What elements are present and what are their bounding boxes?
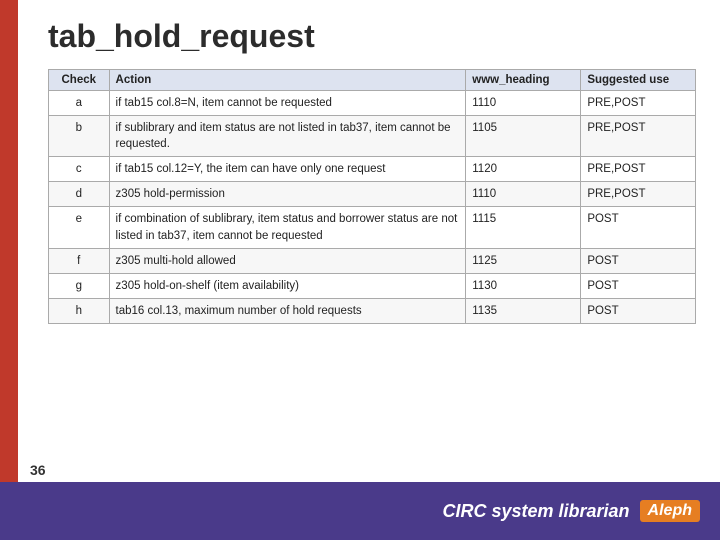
cell-www: 1135: [466, 298, 581, 323]
table-row: dz305 hold-permission1110PRE,POST: [49, 182, 696, 207]
footer-text: CIRC system librarian: [442, 501, 629, 522]
cell-check: d: [49, 182, 110, 207]
cell-action: z305 multi-hold allowed: [109, 248, 466, 273]
cell-suggest: PRE,POST: [581, 182, 696, 207]
cell-www: 1125: [466, 248, 581, 273]
cell-check: g: [49, 273, 110, 298]
table-row: aif tab15 col.8=N, item cannot be reques…: [49, 91, 696, 116]
cell-check: h: [49, 298, 110, 323]
page-title: tab_hold_request: [48, 18, 696, 55]
table-row: fz305 multi-hold allowed1125POST: [49, 248, 696, 273]
page-number: 36: [30, 462, 46, 478]
cell-suggest: POST: [581, 298, 696, 323]
cell-check: b: [49, 116, 110, 157]
cell-suggest: POST: [581, 273, 696, 298]
cell-www: 1105: [466, 116, 581, 157]
table-row: eif combination of sublibrary, item stat…: [49, 207, 696, 248]
table-row: bif sublibrary and item status are not l…: [49, 116, 696, 157]
col-header-action: Action: [109, 70, 466, 91]
cell-www: 1120: [466, 157, 581, 182]
cell-www: 1115: [466, 207, 581, 248]
cell-www: 1110: [466, 91, 581, 116]
cell-check: a: [49, 91, 110, 116]
cell-suggest: PRE,POST: [581, 116, 696, 157]
cell-www: 1110: [466, 182, 581, 207]
cell-action: z305 hold-permission: [109, 182, 466, 207]
cell-check: f: [49, 248, 110, 273]
cell-action: if tab15 col.8=N, item cannot be request…: [109, 91, 466, 116]
cell-action: if sublibrary and item status are not li…: [109, 116, 466, 157]
cell-check: e: [49, 207, 110, 248]
cell-suggest: POST: [581, 248, 696, 273]
col-header-check: Check: [49, 70, 110, 91]
cell-action: z305 hold-on-shelf (item availability): [109, 273, 466, 298]
left-bar: [0, 0, 18, 540]
cell-suggest: PRE,POST: [581, 91, 696, 116]
cell-action: tab16 col.13, maximum number of hold req…: [109, 298, 466, 323]
cell-suggest: PRE,POST: [581, 157, 696, 182]
aleph-logo: Aleph: [640, 500, 700, 522]
cell-action: if combination of sublibrary, item statu…: [109, 207, 466, 248]
cell-action: if tab15 col.12=Y, the item can have onl…: [109, 157, 466, 182]
data-table: Check Action www_heading Suggested use a…: [48, 69, 696, 324]
main-content: tab_hold_request Check Action www_headin…: [18, 0, 720, 482]
col-header-www: www_heading: [466, 70, 581, 91]
cell-www: 1130: [466, 273, 581, 298]
bottom-bar: CIRC system librarian Aleph: [0, 482, 720, 540]
col-header-suggest: Suggested use: [581, 70, 696, 91]
cell-check: c: [49, 157, 110, 182]
cell-suggest: POST: [581, 207, 696, 248]
table-row: htab16 col.13, maximum number of hold re…: [49, 298, 696, 323]
table-row: cif tab15 col.12=Y, the item can have on…: [49, 157, 696, 182]
table-row: gz305 hold-on-shelf (item availability)1…: [49, 273, 696, 298]
